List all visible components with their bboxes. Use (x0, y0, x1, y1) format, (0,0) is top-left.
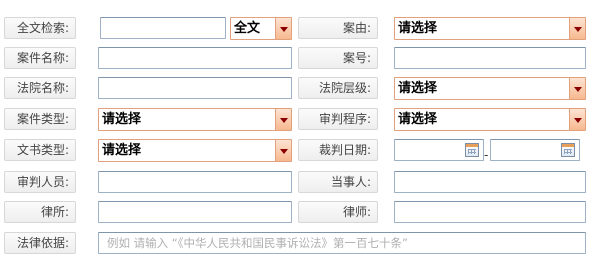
case-type-select[interactable]: 请选择 (98, 108, 292, 131)
judge-date-end-input[interactable] (490, 139, 580, 161)
fulltext-scope-value: 全文 (234, 21, 261, 36)
court-level-select[interactable]: 请选择 (394, 77, 586, 100)
procedure-select-value: 请选择 (398, 112, 438, 127)
judges-label: 审判人员: (4, 171, 76, 193)
parties-input[interactable] (394, 171, 586, 193)
fulltext-scope-select[interactable]: 全文 (230, 17, 292, 40)
legal-basis-input[interactable]: 例如 请输入 “《中华人民共和国民事诉讼法》第一百七十条” (98, 232, 586, 254)
court-name-input[interactable] (98, 77, 292, 99)
chevron-down-icon[interactable] (275, 109, 291, 130)
calendar-icon[interactable] (465, 143, 479, 157)
cause-label: 案由: (298, 17, 378, 39)
fulltext-search-label: 全文检索: (4, 17, 76, 39)
date-range-separator: - (484, 148, 489, 162)
procedure-label: 审判程序: (298, 108, 378, 130)
chevron-down-icon[interactable] (569, 78, 585, 99)
chevron-down-icon[interactable] (275, 140, 291, 161)
court-level-label: 法院层级: (298, 77, 378, 99)
case-name-input[interactable] (98, 47, 292, 69)
law-firm-input[interactable] (98, 201, 292, 223)
doc-type-label: 文书类型: (4, 139, 76, 161)
case-name-label: 案件名称: (4, 47, 76, 69)
lawyer-label: 律师: (298, 201, 378, 223)
court-level-select-value: 请选择 (398, 81, 438, 96)
chevron-down-icon[interactable] (569, 109, 585, 130)
doc-type-select-value: 请选择 (102, 143, 142, 158)
chevron-down-icon[interactable] (569, 18, 585, 39)
lawyer-input[interactable] (394, 201, 586, 223)
law-firm-label: 律所: (4, 201, 76, 223)
case-type-label: 案件类型: (4, 108, 76, 130)
procedure-select[interactable]: 请选择 (394, 108, 586, 131)
chevron-down-icon[interactable] (275, 18, 291, 39)
judge-date-start-input[interactable] (394, 139, 484, 161)
judges-input[interactable] (98, 171, 292, 193)
cause-select-value: 请选择 (398, 21, 438, 36)
judge-date-label: 裁判日期: (298, 139, 378, 161)
fulltext-search-input[interactable] (100, 17, 226, 39)
case-type-select-value: 请选择 (102, 112, 142, 127)
parties-label: 当事人: (298, 171, 378, 193)
doc-type-select[interactable]: 请选择 (98, 139, 292, 162)
cause-select[interactable]: 请选择 (394, 17, 586, 40)
court-name-label: 法院名称: (4, 77, 76, 99)
calendar-icon[interactable] (561, 143, 575, 157)
case-no-label: 案号: (298, 47, 378, 69)
legal-basis-placeholder: 例如 请输入 “《中华人民共和国民事诉讼法》第一百七十条” (107, 236, 408, 250)
case-no-input[interactable] (394, 47, 586, 69)
legal-basis-label: 法律依据: (4, 232, 76, 254)
